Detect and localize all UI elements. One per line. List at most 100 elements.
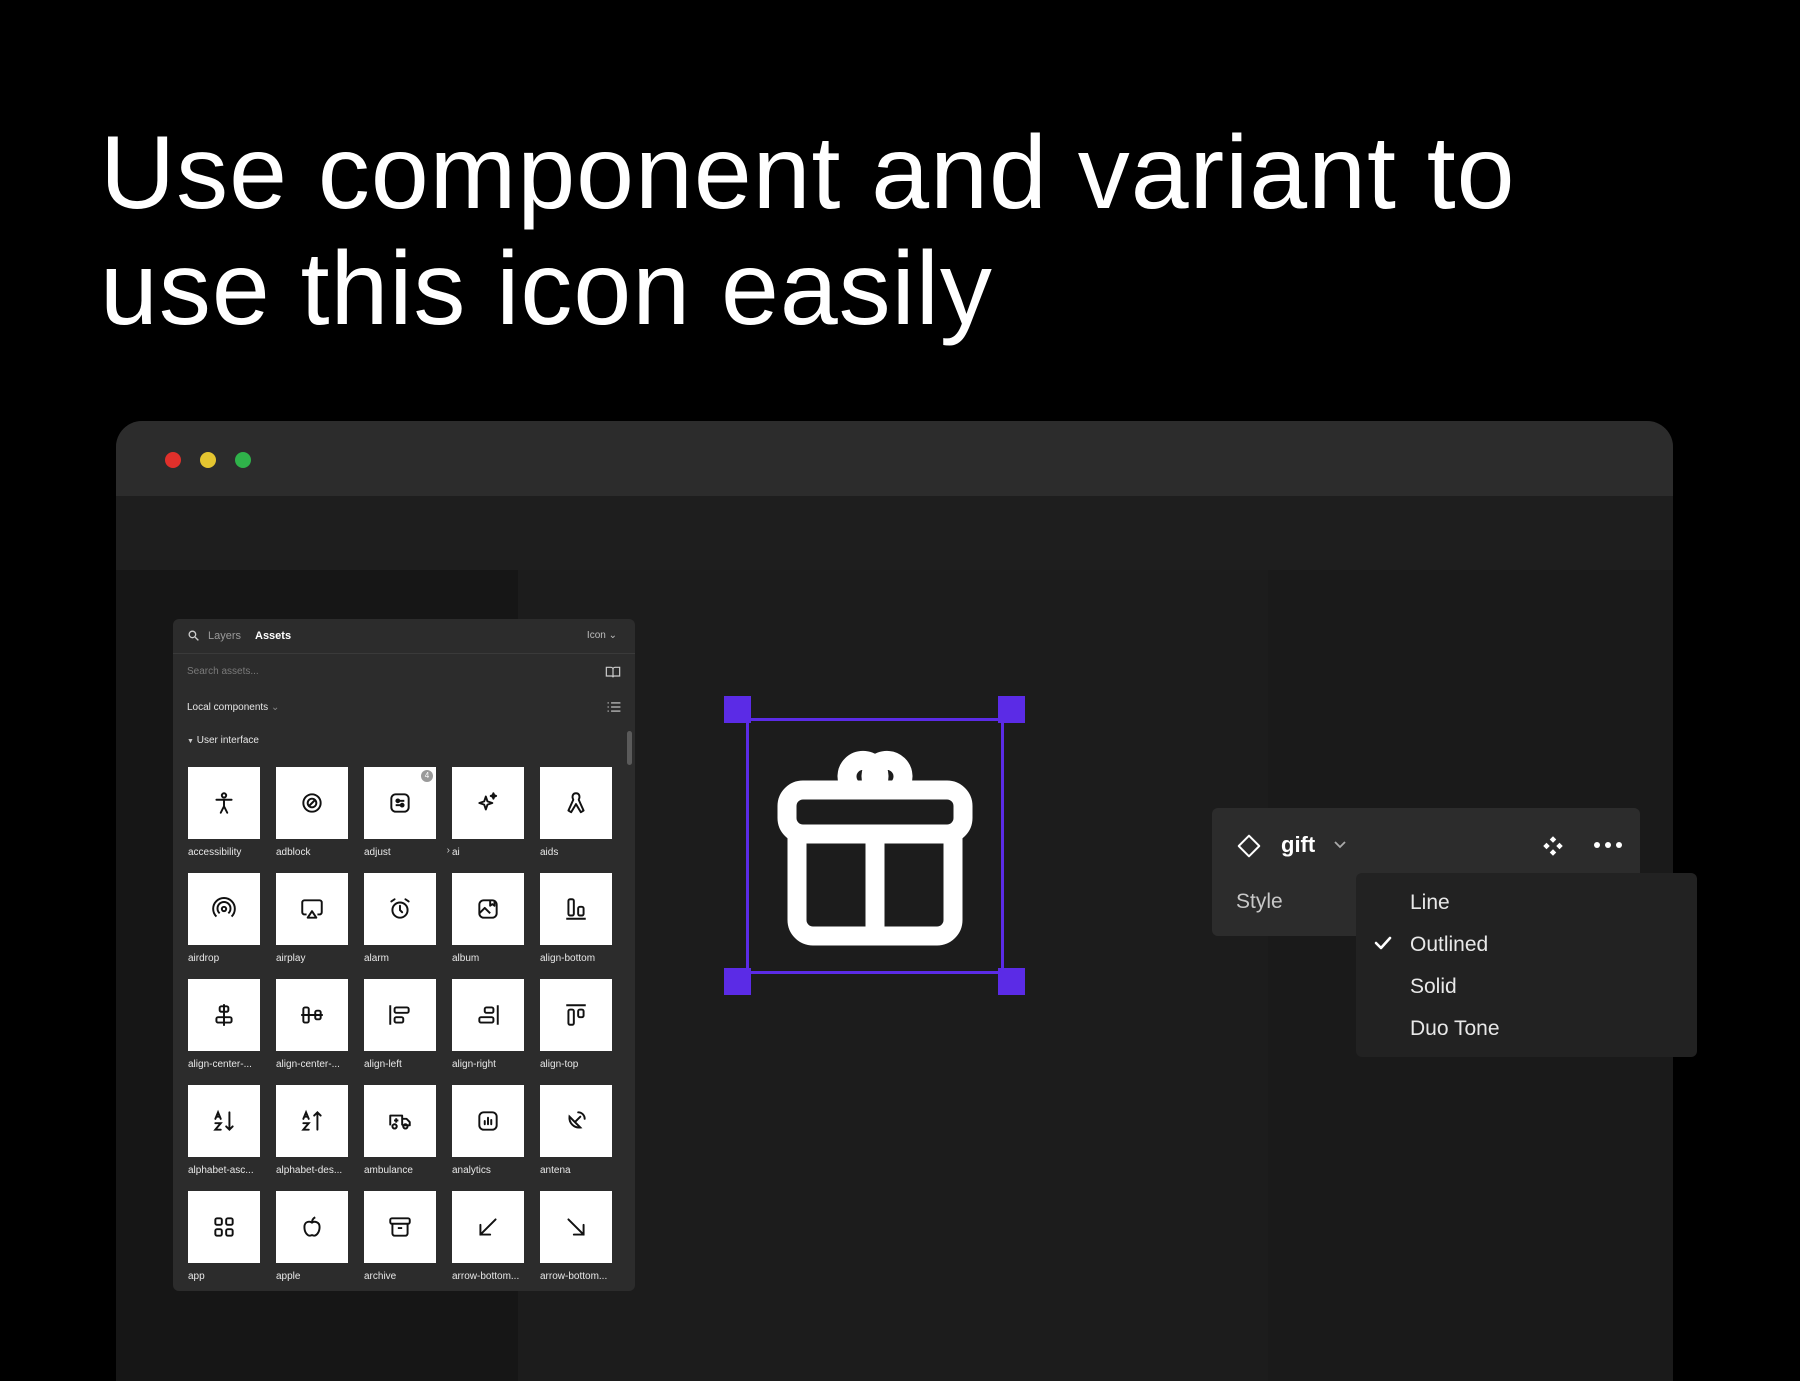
- headline-line-1: Use component and variant to: [100, 115, 1516, 231]
- component-label: align-center-...: [188, 1059, 252, 1070]
- menu-item-solid[interactable]: Solid: [1410, 975, 1457, 999]
- resize-handle-bottom-right[interactable]: [998, 968, 1025, 995]
- component-label: alarm: [364, 953, 390, 964]
- more-options-icon[interactable]: [1592, 840, 1624, 850]
- menu-item-outlined[interactable]: Outlined: [1410, 933, 1488, 957]
- search-input[interactable]: Search assets...: [187, 666, 259, 677]
- align-right-icon: [478, 1005, 499, 1025]
- list-view-icon[interactable]: [607, 701, 621, 713]
- resize-handle-top-left[interactable]: [724, 696, 751, 723]
- component-item[interactable]: align-right: [452, 979, 524, 1070]
- component-item[interactable]: antena: [540, 1085, 612, 1176]
- component-item[interactable]: ai: [452, 767, 524, 858]
- component-label: antena: [540, 1165, 571, 1176]
- component-item[interactable]: alarm: [364, 873, 436, 964]
- component-item[interactable]: archive: [364, 1191, 436, 1282]
- adjust-icon: [390, 793, 410, 813]
- library-select[interactable]: Icon ⌄: [587, 630, 617, 641]
- component-label: arrow-bottom...: [452, 1271, 520, 1282]
- align-center-horizontal-icon: [215, 1004, 233, 1026]
- component-label: album: [452, 953, 480, 964]
- component-label: adjust: [364, 847, 391, 858]
- component-item[interactable]: aids: [540, 767, 612, 858]
- ai-sparkle-icon: [478, 792, 498, 811]
- maximize-window-button[interactable]: [235, 452, 251, 468]
- group-label: User interface: [196, 735, 259, 746]
- component-name[interactable]: gift: [1281, 832, 1315, 858]
- component-item[interactable]: align-center-...: [188, 979, 260, 1070]
- checkmark-icon: [1374, 936, 1392, 950]
- component-item[interactable]: arrow-bottom...: [452, 1191, 524, 1282]
- chevron-down-icon: ⌄: [608, 630, 617, 641]
- component-label: archive: [364, 1271, 397, 1282]
- component-label: alphabet-asc...: [188, 1165, 254, 1176]
- close-window-button[interactable]: [165, 452, 181, 468]
- style-property-label: Style: [1236, 890, 1283, 913]
- chevron-right-icon[interactable]: ›: [447, 845, 450, 856]
- tab-assets[interactable]: Assets: [255, 630, 291, 642]
- menu-item-line[interactable]: Line: [1410, 891, 1450, 915]
- apple-icon: [303, 1216, 321, 1237]
- tab-layers[interactable]: Layers: [208, 630, 241, 642]
- antena-icon: [568, 1111, 586, 1129]
- component-label: apple: [276, 1271, 301, 1282]
- component-label: ai: [452, 847, 460, 858]
- gift-icon[interactable]: [763, 735, 987, 959]
- component-item[interactable]: align-left: [364, 979, 436, 1070]
- window-titlebar: [116, 421, 1673, 496]
- component-item[interactable]: adblock: [276, 767, 348, 858]
- archive-icon: [389, 1217, 411, 1237]
- alarm-icon: [390, 898, 410, 919]
- page-headline: Use component and variant to use this ic…: [100, 115, 1600, 347]
- component-item[interactable]: album: [452, 873, 524, 964]
- airplay-icon: [301, 899, 323, 919]
- search-icon[interactable]: [187, 629, 200, 642]
- chevron-down-icon[interactable]: [1332, 839, 1348, 851]
- chevron-down-icon: ⌄: [270, 702, 280, 713]
- library-select-value: Icon: [586, 630, 606, 641]
- component-label: analytics: [452, 1165, 491, 1176]
- align-bottom-icon: [566, 898, 586, 920]
- scrollbar[interactable]: [627, 731, 632, 765]
- user-interface-group[interactable]: ▼ User interface: [187, 735, 259, 746]
- component-item[interactable]: airplay: [276, 873, 348, 964]
- arrow-bottom-right-icon: [567, 1218, 585, 1236]
- component-item[interactable]: align-top: [540, 979, 612, 1070]
- component-item[interactable]: airdrop: [188, 873, 260, 964]
- selection-frame[interactable]: [746, 718, 1004, 974]
- component-item[interactable]: accessibility: [188, 767, 260, 858]
- local-components-header[interactable]: Local components ⌄: [187, 702, 279, 713]
- component-label: alphabet-des...: [276, 1165, 343, 1176]
- component-item[interactable]: align-center-...: [276, 979, 348, 1070]
- component-item[interactable]: alphabet-des...: [276, 1085, 348, 1176]
- component-label: align-left: [364, 1059, 402, 1070]
- component-item[interactable]: 4 adjust ›: [364, 767, 450, 858]
- resize-handle-bottom-left[interactable]: [724, 968, 751, 995]
- adblock-icon: [302, 793, 322, 813]
- go-to-main-component-icon[interactable]: [1540, 833, 1566, 859]
- assets-panel: Layers Assets Icon ⌄ Search assets... Lo…: [173, 619, 635, 1291]
- component-label: align-top: [540, 1059, 579, 1070]
- assets-panel-tabs: Layers Assets Icon ⌄: [173, 619, 635, 654]
- airdrop-icon: [212, 897, 236, 918]
- menu-item-duo-tone[interactable]: Duo Tone: [1410, 1017, 1500, 1041]
- style-dropdown-menu: Line Outlined Solid Duo Tone: [1356, 873, 1697, 1057]
- minimize-window-button[interactable]: [200, 452, 216, 468]
- analytics-icon: [478, 1111, 498, 1131]
- component-label: ambulance: [364, 1165, 413, 1176]
- component-item[interactable]: apple: [276, 1191, 348, 1282]
- component-item[interactable]: analytics: [452, 1085, 524, 1176]
- component-item[interactable]: ambulance: [364, 1085, 436, 1176]
- component-item[interactable]: arrow-bottom...: [540, 1191, 612, 1282]
- arrow-bottom-left-icon: [479, 1218, 497, 1236]
- component-item[interactable]: alphabet-asc...: [188, 1085, 260, 1176]
- accessibility-icon: [215, 792, 233, 814]
- component-item[interactable]: align-bottom: [540, 873, 612, 964]
- component-instance-icon: [1237, 834, 1261, 858]
- component-item[interactable]: app: [188, 1191, 260, 1282]
- book-icon[interactable]: [605, 665, 621, 679]
- ambulance-icon: [389, 1114, 411, 1130]
- align-top-icon: [566, 1004, 586, 1026]
- search-assets-row: Search assets...: [173, 654, 635, 690]
- resize-handle-top-right[interactable]: [998, 696, 1025, 723]
